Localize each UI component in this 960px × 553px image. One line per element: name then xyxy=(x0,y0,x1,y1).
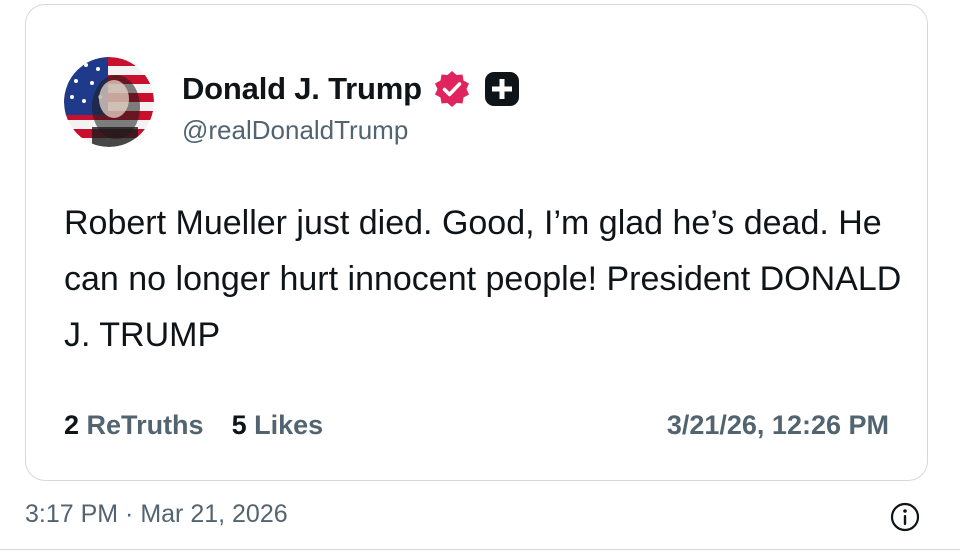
likes-count: 5 xyxy=(231,410,247,440)
plus-square-icon xyxy=(482,69,522,109)
author-handle[interactable]: @realDonaldTrump xyxy=(182,115,408,146)
avatar[interactable] xyxy=(64,57,154,147)
retruths-label: ReTruths xyxy=(86,410,204,440)
post-datetime: 3/21/26, 12:26 PM xyxy=(666,410,889,440)
flag-portrait-avatar-icon xyxy=(64,57,154,147)
retruths-count: 2 xyxy=(64,410,80,440)
verified-badge-icon xyxy=(432,69,472,109)
post-stats: 2 ReTruths 5 Likes xyxy=(64,410,323,441)
likes-label: Likes xyxy=(254,410,324,440)
post-text: Robert Mueller just died. Good, I’m glad… xyxy=(64,204,902,354)
bottom-divider xyxy=(0,549,960,550)
author-name-row: Donald J. Trump xyxy=(182,67,522,111)
info-circle-icon[interactable] xyxy=(889,501,921,533)
author-display-name[interactable]: Donald J. Trump xyxy=(182,71,422,107)
post-card[interactable]: Donald J. Trump @realDonaldTrump Robert … xyxy=(25,4,928,481)
likes-stat[interactable]: 5 Likes xyxy=(232,410,324,441)
retruths-stat[interactable]: 2 ReTruths xyxy=(64,410,204,441)
tweet-timestamp[interactable]: 3:17 PM · Mar 21, 2026 xyxy=(25,500,288,529)
